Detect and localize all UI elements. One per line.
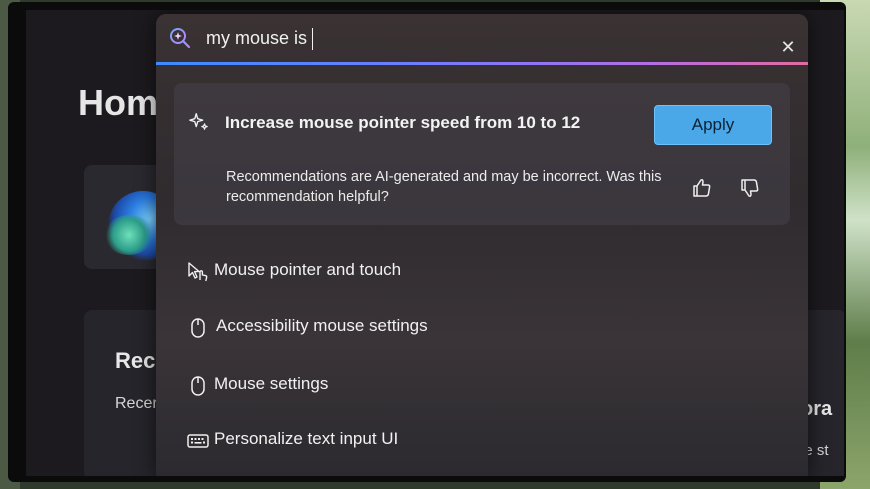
ai-recommendation-panel: Increase mouse pointer speed from 10 to … — [174, 83, 790, 225]
apply-button[interactable]: Apply — [654, 105, 772, 145]
result-mouse-settings[interactable]: Mouse settings — [156, 364, 808, 408]
screen: Hom Rec Recer ora le st ✕ — [26, 10, 844, 476]
search-bar: ✕ — [156, 14, 808, 62]
result-label: Personalize text input UI — [214, 429, 399, 448]
search-accent-line — [156, 62, 808, 65]
result-accessibility-mouse-settings[interactable]: Accessibility mouse settings — [156, 306, 808, 350]
keyboard-icon — [187, 434, 209, 448]
recommended-title: Rec — [115, 348, 156, 373]
monitor-bezel: Hom Rec Recer ora le st ✕ — [8, 2, 846, 482]
thumbs-down-icon[interactable] — [738, 176, 762, 200]
thumbs-up-icon[interactable] — [690, 176, 714, 200]
result-personalize-text-input-ui[interactable]: Personalize text input UI — [156, 419, 808, 463]
windows-bloom-accent — [104, 215, 154, 255]
search-input[interactable] — [206, 24, 726, 52]
result-label: Mouse settings — [214, 374, 329, 393]
sparkle-icon — [189, 113, 208, 130]
mouse-icon — [191, 376, 205, 396]
result-mouse-pointer-and-touch[interactable]: Mouse pointer and touch — [156, 250, 808, 294]
copilot-search-icon — [170, 28, 191, 49]
recommended-subtitle: Recer — [115, 395, 158, 412]
recommendation-disclaimer: Recommendations are AI-generated and may… — [226, 169, 662, 205]
result-label: Accessibility mouse settings — [216, 316, 428, 335]
close-button[interactable]: ✕ — [776, 36, 800, 60]
pointer-touch-icon — [188, 262, 208, 282]
mouse-icon — [191, 318, 205, 338]
text-caret — [312, 28, 313, 50]
recommendation-headline: Increase mouse pointer speed from 10 to … — [225, 113, 581, 132]
page-title: Hom — [78, 82, 158, 123]
result-label: Mouse pointer and touch — [214, 260, 402, 279]
search-flyout: ✕ Increase mouse pointer speed from 10 t… — [156, 14, 808, 476]
